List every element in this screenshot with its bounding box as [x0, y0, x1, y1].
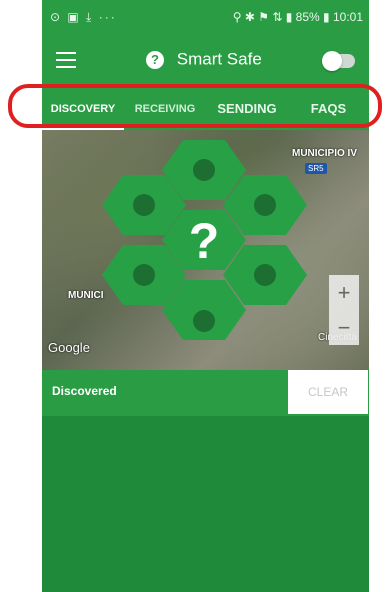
hamburger-menu-icon[interactable]: [56, 52, 76, 68]
app-title-group: ? Smart Safe: [146, 49, 262, 73]
clear-button[interactable]: CLEAR: [288, 370, 368, 414]
unknown-question-icon: ?: [189, 213, 220, 269]
app-title: Smart Safe: [176, 49, 262, 69]
app-bar: ? Smart Safe: [42, 34, 369, 88]
power-toggle[interactable]: [322, 51, 355, 71]
zoom-in-button[interactable]: +: [329, 275, 359, 310]
map-zoom-controls: + −: [329, 275, 359, 345]
discovered-label: Discovered: [52, 384, 117, 398]
tab-highlight-outline: [8, 84, 382, 128]
discovered-bar: Discovered CLEAR: [42, 370, 369, 416]
status-left-icons: ⊙ ▣ ⤓ ···: [50, 10, 117, 24]
google-attribution: Google: [48, 340, 90, 355]
toggle-knob: [322, 51, 342, 71]
status-right-info: ⚲ ✱ ⚑ ⇅ ▮ 85% ▮ 10:01: [232, 10, 363, 24]
zoom-out-button[interactable]: −: [329, 310, 359, 345]
map-view[interactable]: MUNICIPIO IV SR5 MUNICI Cinecittà ?: [42, 130, 369, 370]
hexagon-cluster: ?: [102, 140, 307, 340]
status-bar: ⊙ ▣ ⤓ ··· ⚲ ✱ ⚑ ⇅ ▮ 85% ▮ 10:01: [42, 0, 369, 34]
help-icon[interactable]: ?: [146, 50, 164, 69]
